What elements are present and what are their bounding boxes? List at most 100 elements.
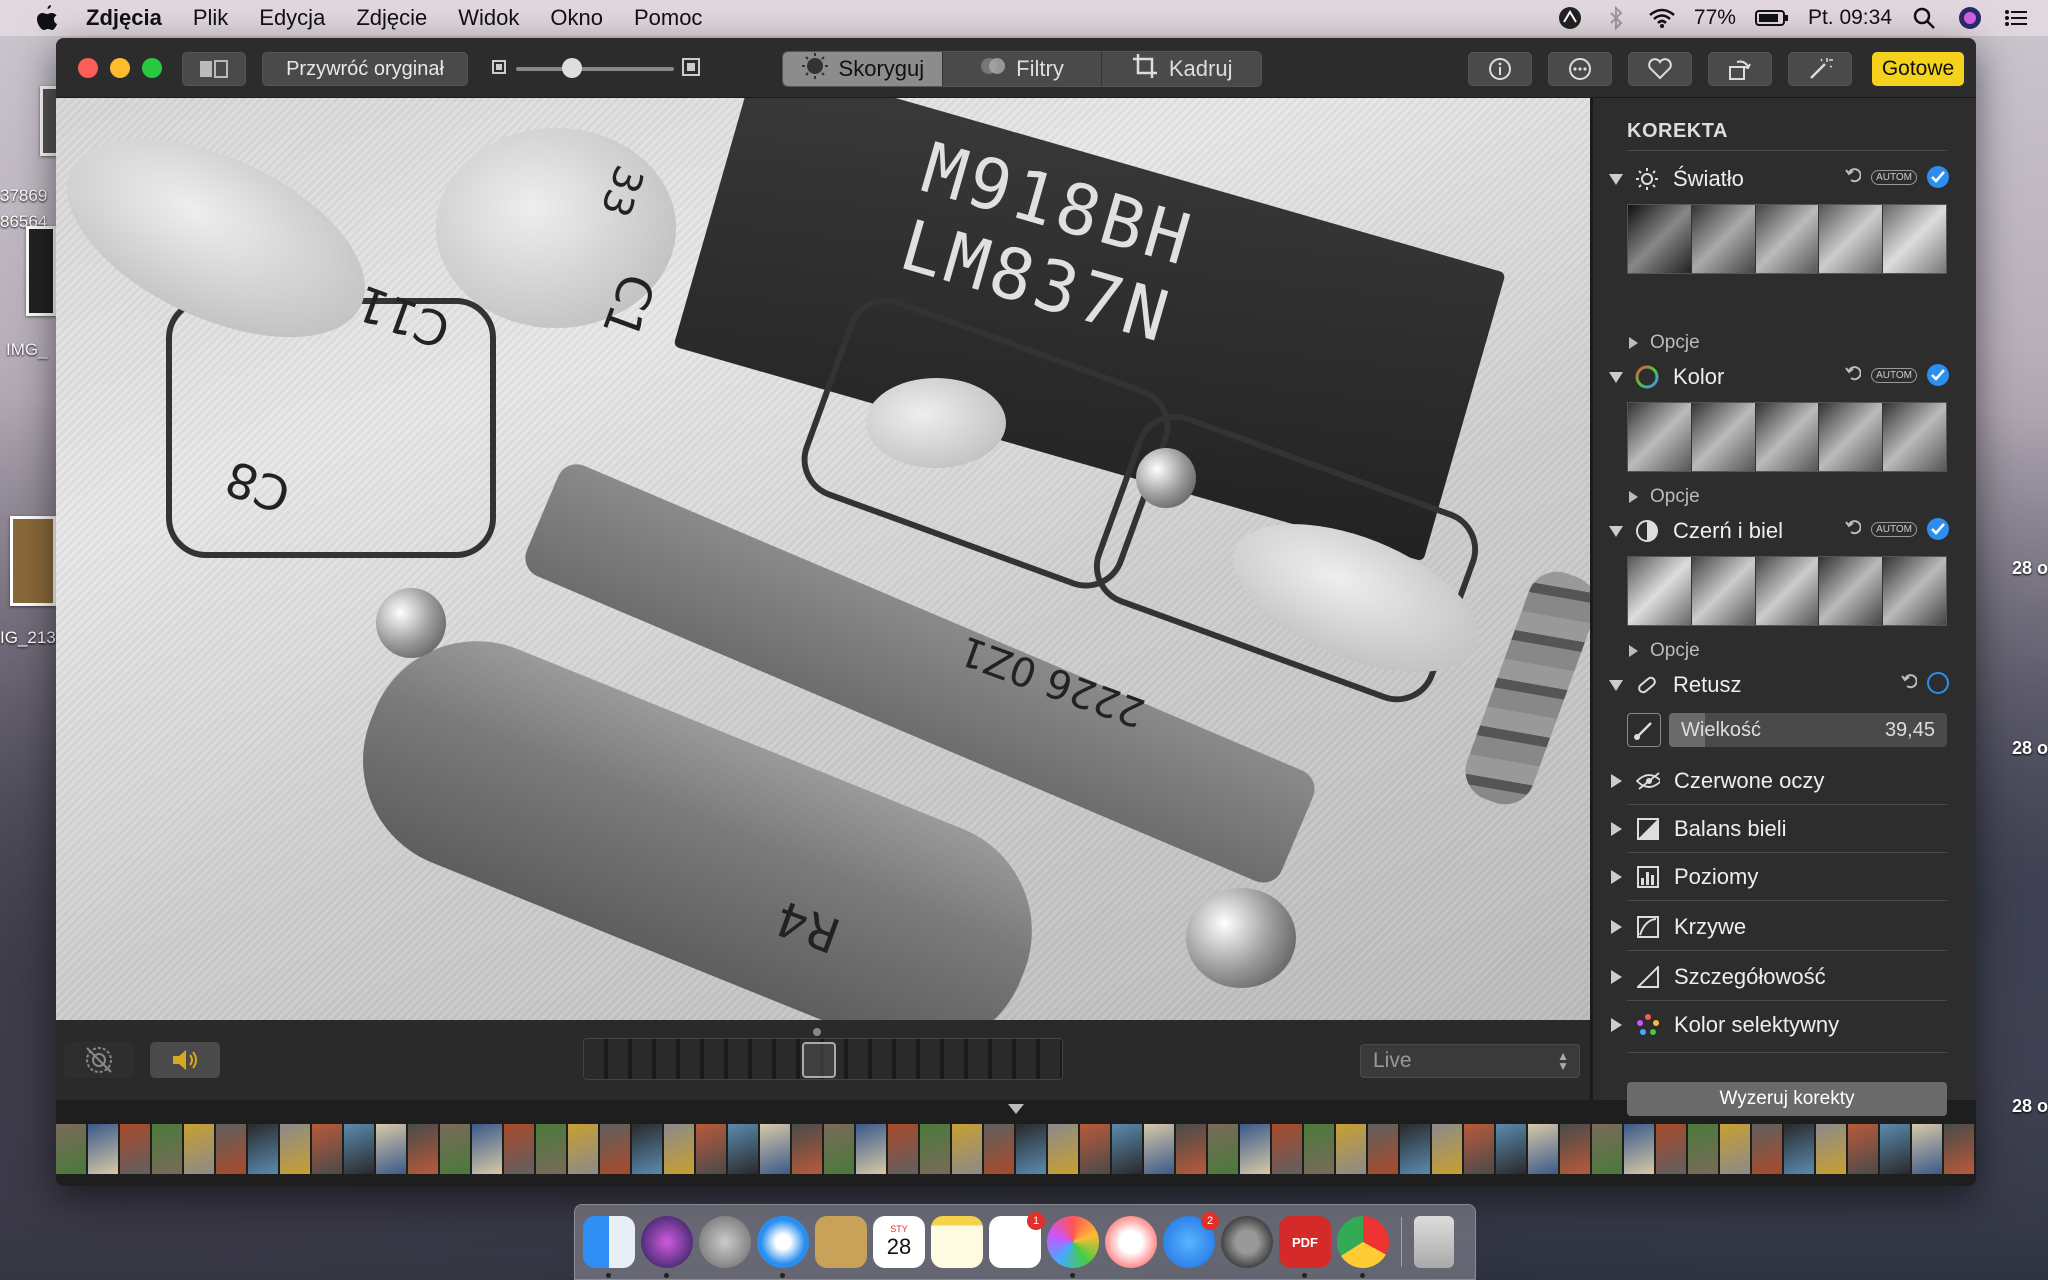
minimize-window-button[interactable] <box>110 58 130 78</box>
filmstrip-thumbnail[interactable] <box>1880 1124 1910 1174</box>
wifi-icon[interactable] <box>1648 4 1676 32</box>
live-toggle-button[interactable] <box>64 1042 134 1078</box>
spotlight-search-icon[interactable] <box>1910 4 1938 32</box>
disclosure-triangle-icon[interactable] <box>1609 679 1623 691</box>
filmstrip-thumbnail[interactable] <box>824 1124 854 1174</box>
bluetooth-icon[interactable] <box>1602 4 1630 32</box>
menu-file[interactable]: Plik <box>193 5 228 31</box>
filmstrip-thumbnail[interactable] <box>56 1124 86 1174</box>
apple-menu-icon[interactable] <box>32 3 62 33</box>
menu-help[interactable]: Pomoc <box>634 5 702 31</box>
zoom-slider-knob[interactable] <box>562 58 582 78</box>
finder-icon[interactable] <box>583 1216 635 1278</box>
filmstrip-thumbnail[interactable] <box>1816 1124 1846 1174</box>
filmstrip-thumbnail[interactable] <box>1432 1124 1462 1174</box>
favorite-button[interactable] <box>1628 52 1692 86</box>
filmstrip-thumbnail[interactable] <box>760 1124 790 1174</box>
filmstrip-thumbnail[interactable] <box>184 1124 214 1174</box>
pdf-app-icon[interactable]: PDF <box>1279 1216 1331 1278</box>
color-preview-strip[interactable] <box>1627 402 1947 472</box>
revert-to-original-button[interactable]: Przywróć oryginał <box>262 52 468 86</box>
filmstrip-thumbnail[interactable] <box>472 1124 502 1174</box>
filmstrip-thumbnail[interactable] <box>1496 1124 1526 1174</box>
disclosure-triangle-icon[interactable] <box>1611 970 1622 984</box>
filmstrip-thumbnail[interactable] <box>664 1124 694 1174</box>
tab-adjust[interactable]: Skoryguj <box>783 52 943 86</box>
filmstrip-thumbnail[interactable] <box>1080 1124 1110 1174</box>
filmstrip-thumbnail[interactable] <box>1848 1124 1878 1174</box>
disclosure-triangle-icon[interactable] <box>1611 774 1622 788</box>
menu-window[interactable]: Okno <box>550 5 603 31</box>
filmstrip-thumbnail[interactable] <box>1112 1124 1142 1174</box>
filmstrip-thumbnail[interactable] <box>728 1124 758 1174</box>
desktop-file-icon[interactable] <box>10 516 56 606</box>
chrome-icon[interactable] <box>1337 1216 1389 1278</box>
filmstrip-thumbnail[interactable] <box>1624 1124 1654 1174</box>
zoom-window-button[interactable] <box>142 58 162 78</box>
filmstrip-thumbnail[interactable] <box>920 1124 950 1174</box>
sound-toggle-button[interactable] <box>150 1042 220 1078</box>
filmstrip-thumbnail[interactable] <box>1240 1124 1270 1174</box>
filmstrip-thumbnail[interactable] <box>280 1124 310 1174</box>
enable-checkmark-icon[interactable] <box>1927 518 1949 540</box>
auto-button[interactable]: AUTOM <box>1871 367 1917 383</box>
disclosure-triangle-icon[interactable] <box>1629 491 1638 503</box>
app-store-icon[interactable]: 2 <box>1163 1212 1219 1268</box>
size-slider[interactable]: Wielkość 39,45 <box>1669 713 1947 747</box>
safari-icon[interactable] <box>757 1216 809 1278</box>
section-curves[interactable]: Krzywe <box>1609 912 1959 942</box>
light-preview-strip[interactable] <box>1627 204 1947 274</box>
tab-filters[interactable]: Filtry <box>942 52 1103 86</box>
scrubber-handle[interactable] <box>802 1042 836 1078</box>
disclosure-triangle-icon[interactable] <box>1609 173 1623 185</box>
filmstrip-thumbnail[interactable] <box>1720 1124 1750 1174</box>
filmstrip-thumbnail[interactable] <box>1464 1124 1494 1174</box>
launchpad-icon[interactable] <box>699 1216 751 1268</box>
disclosure-triangle-icon[interactable] <box>1611 1018 1622 1032</box>
info-button[interactable] <box>1468 52 1532 86</box>
disclosure-triangle-icon[interactable] <box>1609 371 1623 383</box>
notes-icon[interactable] <box>931 1216 983 1268</box>
system-preferences-icon[interactable] <box>1221 1216 1273 1268</box>
section-retouch[interactable]: Retusz <box>1609 670 1959 700</box>
section-levels[interactable]: Poziomy <box>1609 862 1959 892</box>
filmstrip-thumbnail[interactable] <box>1016 1124 1046 1174</box>
filmstrip-thumbnail[interactable] <box>1272 1124 1302 1174</box>
filmstrip-thumbnail[interactable] <box>1208 1124 1238 1174</box>
trash-icon[interactable] <box>1414 1216 1454 1268</box>
filmstrip-thumbnail[interactable] <box>216 1124 246 1174</box>
desktop-file-icon[interactable] <box>26 226 56 316</box>
filmstrip-thumbnail[interactable] <box>1368 1124 1398 1174</box>
filmstrip-thumbnail[interactable] <box>696 1124 726 1174</box>
rotate-button[interactable] <box>1708 52 1772 86</box>
battery-icon[interactable] <box>1754 4 1790 32</box>
filmstrip-thumbnail[interactable] <box>1688 1124 1718 1174</box>
section-black-white[interactable]: Czerń i biel AUTOM <box>1609 516 1959 546</box>
photo-canvas[interactable]: M918BH LM837N C8 R4 C11 C1 2226 0Z1 33 <box>56 98 1590 1020</box>
disclosure-triangle-icon[interactable] <box>1629 337 1638 349</box>
photos-app-icon[interactable] <box>1047 1216 1099 1278</box>
filmstrip-thumbnail[interactable] <box>312 1124 342 1174</box>
filmstrip-thumbnail[interactable] <box>792 1124 822 1174</box>
filmstrip-thumbnail[interactable] <box>1336 1124 1366 1174</box>
enable-checkmark-icon[interactable] <box>1927 166 1949 188</box>
reminders-icon[interactable]: 1 <box>989 1212 1045 1268</box>
filmstrip-thumbnail[interactable] <box>376 1124 406 1174</box>
filmstrip-thumbnail[interactable] <box>408 1124 438 1174</box>
color-options-toggle[interactable]: Opcje <box>1627 486 1700 508</box>
menu-clock[interactable]: Pt. 09:34 <box>1808 6 1892 30</box>
filmstrip-thumbnail[interactable] <box>1528 1124 1558 1174</box>
filmstrip-thumbnail[interactable] <box>1912 1124 1942 1174</box>
filmstrip-thumbnail[interactable] <box>120 1124 150 1174</box>
section-selective-color[interactable]: Kolor selektywny <box>1609 1010 1959 1040</box>
auto-enhance-button[interactable] <box>1788 52 1852 86</box>
vpn-status-icon[interactable] <box>1556 4 1584 32</box>
filmstrip-thumbnail[interactable] <box>632 1124 662 1174</box>
notification-center-icon[interactable] <box>2002 4 2030 32</box>
disclosure-triangle-icon[interactable] <box>1611 822 1622 836</box>
light-options-toggle[interactable]: Opcje <box>1627 332 1700 354</box>
filmstrip-thumbnail[interactable] <box>568 1124 598 1174</box>
filmstrip-thumbnail[interactable] <box>536 1124 566 1174</box>
filmstrip-thumbnail[interactable] <box>344 1124 374 1174</box>
calendar-icon[interactable]: STY 28 <box>873 1216 925 1268</box>
